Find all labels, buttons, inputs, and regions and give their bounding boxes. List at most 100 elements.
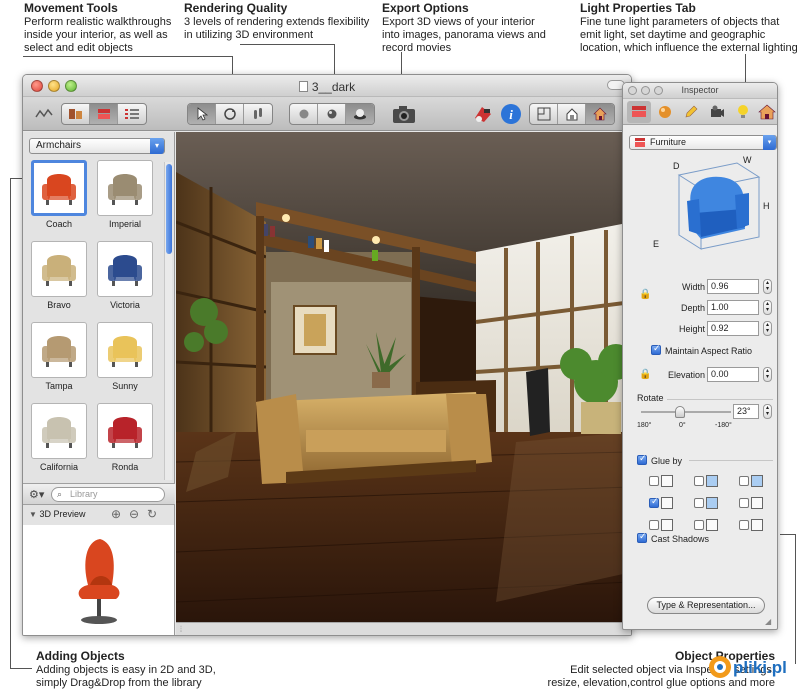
library-search-input[interactable]: ⌕ Library: [51, 487, 165, 502]
armchair-thumbnail-icon[interactable]: [97, 160, 153, 216]
glue-option-checkbox[interactable]: [649, 476, 659, 486]
library-item[interactable]: California: [29, 403, 95, 481]
width-field[interactable]: 0.96: [707, 279, 759, 294]
glue-option[interactable]: [739, 519, 767, 535]
tab-house-icon[interactable]: [755, 101, 777, 123]
glue-option-checkbox[interactable]: [649, 520, 659, 530]
inspector-tabs: [623, 99, 777, 125]
walkthrough-icon[interactable]: [244, 104, 272, 124]
glue-option-checkbox[interactable]: [739, 476, 749, 486]
armchair-thumbnail-icon[interactable]: [31, 160, 87, 216]
armchair-thumbnail-icon[interactable]: [97, 322, 153, 378]
view-split-icon[interactable]: [558, 104, 586, 124]
interior-render-image: [176, 132, 631, 622]
tab-camera-icon[interactable]: [705, 101, 729, 123]
tab-materials-icon[interactable]: [653, 101, 677, 123]
glue-option[interactable]: [649, 496, 677, 513]
armchair-thumbnail-icon[interactable]: [31, 241, 87, 297]
depth-field[interactable]: 1.00: [707, 300, 759, 315]
render-high-icon[interactable]: [346, 104, 374, 124]
glue-option-checkbox[interactable]: [739, 520, 749, 530]
maintain-aspect-row: Maintain Aspect Ratio: [651, 343, 752, 356]
3d-preview-area[interactable]: [23, 525, 174, 635]
render-medium-icon[interactable]: [318, 104, 346, 124]
height-field[interactable]: 0.92: [707, 321, 759, 336]
glue-option-checkbox[interactable]: [649, 496, 659, 508]
disclosure-triangle-icon[interactable]: ▼: [29, 510, 37, 519]
elevation-stepper[interactable]: ▴ ▾: [763, 367, 772, 382]
glue-checkbox[interactable]: [637, 453, 647, 465]
cast-shadows-checkbox[interactable]: [637, 531, 647, 543]
library-furniture-icon[interactable]: [90, 104, 118, 124]
library-scrollbar[interactable]: [164, 162, 172, 480]
camera-export-icon[interactable]: [391, 102, 417, 126]
select-arrow-icon[interactable]: [188, 104, 216, 124]
rotate-slider-track[interactable]: [641, 411, 731, 413]
library-objects-icon[interactable]: [62, 104, 90, 124]
info-icon[interactable]: i: [498, 102, 524, 126]
zoom-out-icon[interactable]: ⊖: [129, 507, 139, 521]
elevation-field[interactable]: 0.00: [707, 367, 759, 382]
library-item-label: California: [39, 462, 79, 472]
tab-furniture-icon[interactable]: [627, 101, 651, 123]
render-scrollbar[interactable]: ⦙: [176, 622, 631, 635]
maintain-aspect-checkbox[interactable]: [651, 343, 661, 355]
library-item[interactable]: Tampa: [29, 322, 95, 400]
library-list-icon[interactable]: [118, 104, 146, 124]
zoom-in-icon[interactable]: ⊕: [111, 507, 121, 521]
glue-option[interactable]: [649, 475, 677, 491]
tab-light-bulb-icon[interactable]: [731, 101, 755, 123]
separator: [689, 460, 773, 461]
height-label: Height: [678, 324, 705, 334]
library-item-label: Imperial: [108, 219, 141, 229]
rotate-view-icon[interactable]: [216, 104, 244, 124]
library-item[interactable]: Imperial: [95, 160, 161, 238]
callout-title: Export Options: [382, 1, 469, 15]
glue-option-checkbox[interactable]: [694, 520, 704, 530]
armchair-thumbnail-icon[interactable]: [97, 241, 153, 297]
gear-icon[interactable]: ⚙▾: [29, 488, 44, 501]
category-select[interactable]: Armchairs ▾: [29, 138, 165, 154]
glue-option-checkbox[interactable]: [739, 498, 749, 508]
inspector-category-select[interactable]: Furniture ▾: [629, 135, 777, 150]
callout-text: Export 3D views of your interior into im…: [382, 16, 546, 54]
view-2d-icon[interactable]: [31, 102, 57, 126]
armchair-thumbnail-icon[interactable]: [31, 322, 87, 378]
rotate-stepper[interactable]: ▴ ▾: [763, 404, 772, 419]
rotate-preview-icon[interactable]: ↻: [147, 507, 157, 521]
armchair-thumbnail-icon[interactable]: [97, 403, 153, 459]
view-2d-plan-icon[interactable]: [530, 104, 558, 124]
height-stepper[interactable]: ▴ ▾: [763, 321, 772, 336]
resize-grip-icon[interactable]: ◢: [765, 617, 775, 627]
inspector-titlebar: Inspector: [623, 83, 777, 99]
elevation-row: Elevation 0.00 ▴ ▾: [623, 367, 777, 383]
depth-dim-label: D: [673, 161, 680, 171]
width-stepper[interactable]: ▴ ▾: [763, 279, 772, 294]
glue-cube-icon: [751, 519, 763, 531]
glue-option[interactable]: [739, 497, 767, 513]
library-item[interactable]: Victoria: [95, 241, 161, 319]
glue-option[interactable]: [694, 475, 722, 491]
glue-option-checkbox[interactable]: [694, 498, 704, 508]
render-low-icon[interactable]: [290, 104, 318, 124]
rendering-quality-group: [289, 103, 375, 125]
glue-option[interactable]: [694, 497, 722, 513]
library-item[interactable]: Ronda: [95, 403, 161, 481]
3d-render-view[interactable]: [176, 132, 631, 622]
depth-stepper[interactable]: ▴ ▾: [763, 300, 772, 315]
library-item[interactable]: Bravo: [29, 241, 95, 319]
type-representation-button[interactable]: Type & Representation...: [647, 597, 765, 614]
scrollbar-knob[interactable]: [166, 164, 172, 254]
glue-option[interactable]: [739, 475, 767, 491]
rotate-field[interactable]: 23°: [733, 404, 759, 419]
rotate-slider-thumb[interactable]: [675, 406, 685, 418]
library-item[interactable]: Sunny: [95, 322, 161, 400]
view-3d-house-icon[interactable]: [586, 104, 614, 124]
resize-grip-icon[interactable]: ⦙: [180, 624, 182, 635]
glue-option-checkbox[interactable]: [694, 476, 704, 486]
library-item[interactable]: Coach: [29, 160, 95, 238]
armchair-thumbnail-icon[interactable]: [31, 403, 87, 459]
materials-icon[interactable]: [470, 102, 496, 126]
tab-edit-pencil-icon[interactable]: [679, 101, 703, 123]
rotate-tick-left: 180°: [637, 422, 652, 429]
